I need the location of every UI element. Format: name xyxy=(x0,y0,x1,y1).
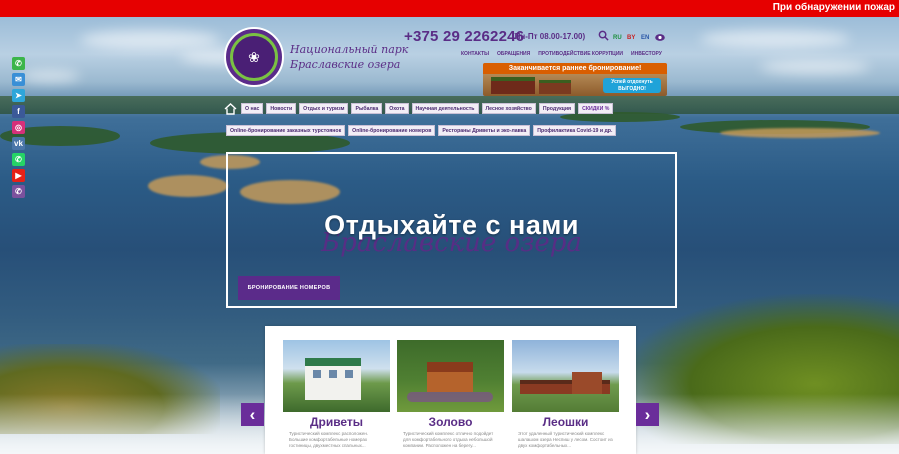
card-image-drivyaty xyxy=(283,340,390,412)
card-image-zolovo xyxy=(397,340,504,412)
card-desc-leoshki: Этот удаленный туристический комплекс ша… xyxy=(518,431,613,448)
toplink-investor[interactable]: ИНВЕСТОРУ xyxy=(631,51,662,57)
nav-science[interactable]: Научная деятельность xyxy=(411,103,479,114)
nav-restaurants[interactable]: Рестораны Дриветы и эко-лавка xyxy=(438,125,531,136)
phone-number[interactable]: +375 29 2262246 xyxy=(404,28,524,45)
top-links: КОНТАКТЫ ОБРАЩЕНИЯ ПРОТИВОДЕЙСТВИЕ КОРРУ… xyxy=(461,51,662,57)
nav-forestry[interactable]: Лесное хозяйство xyxy=(481,103,536,114)
logo-emblem-icon: ❀ xyxy=(230,33,278,81)
toplink-appeals[interactable]: ОБРАЩЕНИЯ xyxy=(497,51,530,57)
card-title-zolovo: Золово xyxy=(428,415,473,429)
hero-frame: Браславские озера Отдыхайте с нами БРОНИ… xyxy=(226,152,677,308)
lang-by[interactable]: BY xyxy=(627,35,635,41)
promo-button[interactable]: Успей отдохнуть ВЫГОДНО! xyxy=(603,78,661,93)
card-leoshki[interactable]: Леошки Этот удаленный туристический комп… xyxy=(512,340,619,449)
lang-en[interactable]: EN xyxy=(641,35,649,41)
nav-products[interactable]: Продукция xyxy=(538,103,576,114)
social-rail: ✆ ✉ ➤ f ◎ vk ✆ ▶ ✆ xyxy=(12,57,25,201)
lang-ru[interactable]: RU xyxy=(613,35,622,41)
phone-icon[interactable]: ✆ xyxy=(12,57,25,70)
viber-icon[interactable]: ✆ xyxy=(12,185,25,198)
carousel-prev-button[interactable]: ‹ xyxy=(241,403,264,426)
promo-banner[interactable]: Заканчивается раннее бронирование! Успей… xyxy=(483,63,667,96)
youtube-icon[interactable]: ▶ xyxy=(12,169,25,182)
carousel-next-button[interactable]: › xyxy=(636,403,659,426)
home-icon[interactable] xyxy=(224,103,237,115)
promo-house-image xyxy=(491,77,535,94)
promo-house-image-2 xyxy=(539,80,571,94)
park-name-line1: Национальный парк xyxy=(290,43,409,56)
telegram-icon[interactable]: ➤ xyxy=(12,89,25,102)
hero-title: Отдыхайте с нами xyxy=(324,210,579,240)
nav-secondary: Online-бронирование заказных турстоянок … xyxy=(226,125,617,136)
nav-discounts[interactable]: СКИДКИ % xyxy=(578,103,614,114)
card-image-leoshki xyxy=(512,340,619,412)
facebook-icon[interactable]: f xyxy=(12,105,25,118)
nav-news[interactable]: Новости xyxy=(266,103,297,114)
booking-rooms-button[interactable]: БРОНИРОВАНИЕ НОМЕРОВ xyxy=(238,276,340,300)
eye-icon[interactable] xyxy=(655,33,665,42)
office-hours: (Пн-Пт 08.00-17.00) xyxy=(512,32,586,41)
nav-about[interactable]: О нас xyxy=(241,103,264,114)
promo-headline: Заканчивается раннее бронирование! xyxy=(483,63,667,74)
toplink-anticorruption[interactable]: ПРОТИВОДЕЙСТВИЕ КОРРУПЦИИ xyxy=(538,51,623,57)
park-logo[interactable]: ❀ xyxy=(224,27,284,87)
card-desc-drivyaty: Туристический комплекс расположен. Больш… xyxy=(289,431,369,448)
nav-tourism[interactable]: Отдых и туризм xyxy=(299,103,349,114)
mail-icon[interactable]: ✉ xyxy=(12,73,25,86)
nav-covid[interactable]: Профилактика Covid-19 и др. xyxy=(533,125,617,136)
nav-camp-booking[interactable]: Online-бронирование заказных турстоянок xyxy=(226,125,346,136)
nav-primary: О нас Новости Отдых и туризм Рыбалка Охо… xyxy=(241,103,614,114)
resorts-carousel: Дриветы Туристический комплекс расположе… xyxy=(265,326,636,454)
alert-bar: При обнаружении пожар xyxy=(0,0,899,17)
card-zolovo[interactable]: Золово Туристический комплекс отлично по… xyxy=(397,340,504,449)
card-title-drivyaty: Дриветы xyxy=(309,415,364,429)
whatsapp-icon[interactable]: ✆ xyxy=(12,153,25,166)
nav-fishing[interactable]: Рыбалка xyxy=(351,103,383,114)
card-desc-zolovo: Туристический комплекс отлично подойдет … xyxy=(403,431,494,448)
vk-icon[interactable]: vk xyxy=(12,137,25,150)
card-drivyaty[interactable]: Дриветы Туристический комплекс расположе… xyxy=(283,340,390,449)
park-name-line2: Браславские озера xyxy=(290,58,401,71)
search-icon[interactable] xyxy=(598,30,609,41)
nav-hunting[interactable]: Охота xyxy=(385,103,409,114)
card-title-leoshki: Леошки xyxy=(542,415,589,429)
nav-room-booking[interactable]: Online-бронирование номеров xyxy=(348,125,436,136)
alert-text: При обнаружении пожар xyxy=(772,2,895,13)
instagram-icon[interactable]: ◎ xyxy=(12,121,25,134)
park-name[interactable]: Национальный парк Браславские озера xyxy=(290,42,408,72)
toplink-contacts[interactable]: КОНТАКТЫ xyxy=(461,51,489,57)
